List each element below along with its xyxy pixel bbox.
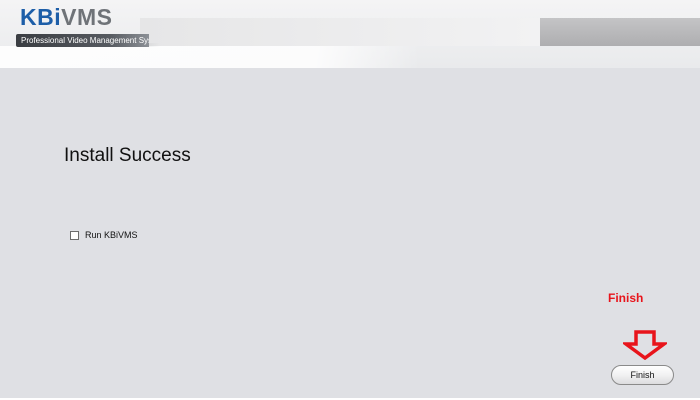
banner-band: [140, 18, 540, 46]
header-banner: KBiVMS Professional Video Management Sys…: [0, 0, 700, 68]
banner-fade: [0, 46, 700, 68]
finish-button[interactable]: Finish: [611, 365, 674, 385]
installer-window: KBiVMS Professional Video Management Sys…: [0, 0, 700, 398]
finish-annotation-text: Finish: [608, 291, 644, 305]
kbivms-logo: KBiVMS: [20, 2, 112, 32]
logo-kb-text: KB: [20, 4, 55, 30]
logo-vms-text: VMS: [61, 4, 113, 30]
run-kbivms-checkbox[interactable]: [70, 230, 79, 240]
run-kbivms-label: Run KBiVMS: [85, 230, 138, 240]
down-arrow-icon: [623, 330, 667, 360]
page-title: Install Success: [64, 145, 191, 166]
logo-tagline: Professional Video Management System: [16, 34, 149, 47]
run-kbivms-option[interactable]: Run KBiVMS: [70, 228, 138, 242]
banner-band-dark: [540, 18, 700, 46]
